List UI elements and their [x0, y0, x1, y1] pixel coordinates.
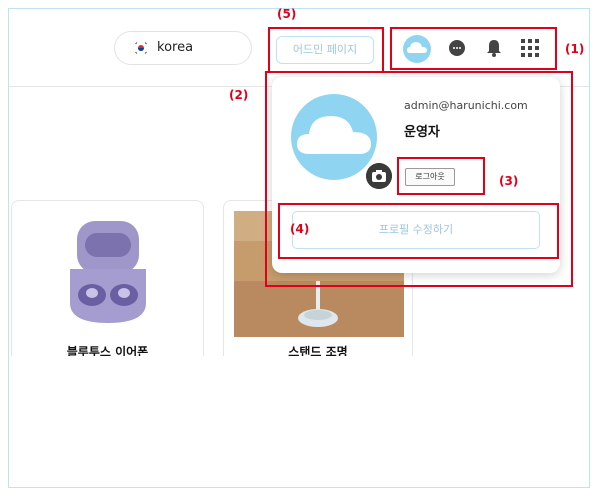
- annotation-label-3: (3): [499, 174, 519, 188]
- annotation-label-2: (2): [229, 88, 249, 102]
- annotation-label-4: (4): [290, 222, 310, 236]
- language-label: korea: [157, 40, 194, 55]
- annotation-label-5: (5): [277, 7, 297, 21]
- product-title: 스탠드 조명: [288, 345, 348, 356]
- annotation-label-1: (1): [565, 42, 585, 56]
- annotation-box-5: [268, 27, 384, 73]
- annotation-box-3: [397, 157, 485, 195]
- product-title: 블루투스 이어폰: [66, 345, 149, 356]
- product-card[interactable]: 블루투스 이어폰: [11, 200, 204, 356]
- earbuds-image: [22, 211, 192, 337]
- annotation-box-1: [390, 27, 557, 70]
- language-selector[interactable]: korea: [114, 31, 252, 65]
- korea-flag-icon: [135, 42, 147, 54]
- annotation-box-4: [278, 203, 559, 259]
